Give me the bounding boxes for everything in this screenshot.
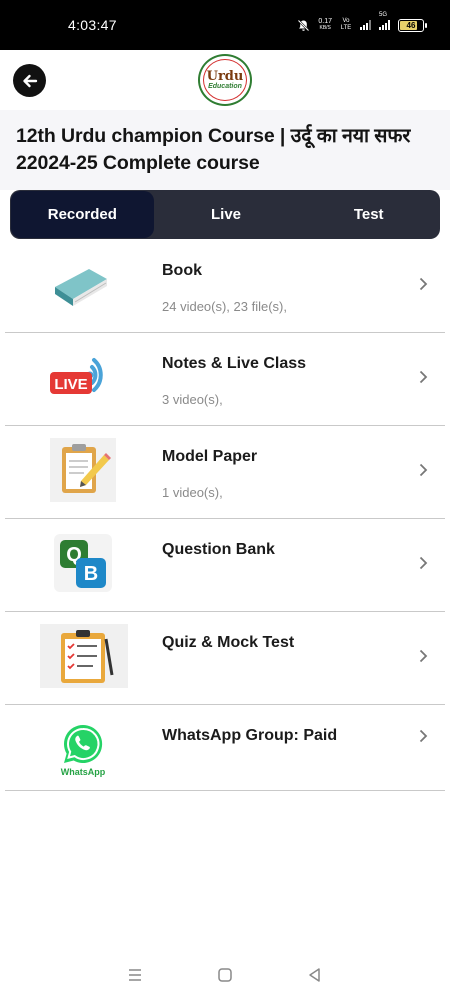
item-label: WhatsApp Group: Paid (162, 727, 338, 744)
status-icons: 0.17 KB/S Vo LTE 5G 46 (297, 12, 427, 32)
list-item-model-paper[interactable]: Model Paper 1 video(s), (5, 426, 445, 519)
checklist-icon (40, 624, 128, 688)
list-item-book[interactable]: Book 24 video(s), 23 file(s), (5, 240, 445, 333)
live-icon: LIVE (41, 345, 121, 409)
signal-5g-icon (379, 20, 390, 30)
list-item-question-bank[interactable]: Q B Question Bank (5, 519, 445, 612)
list-item-notes-live-class[interactable]: LIVE Notes & Live Class 3 video(s), (5, 333, 445, 426)
item-meta: 1 video(s), (162, 485, 223, 500)
chevron-right-icon (415, 552, 431, 574)
whatsapp-label: WhatsApp (60, 766, 106, 777)
app-header: Urdu Education (0, 50, 450, 110)
course-header: 12th Urdu champion Course | उर्दू का नया… (0, 110, 450, 190)
status-time: 4:03:47 (68, 17, 117, 33)
item-label: Model Paper (162, 448, 258, 465)
list-item-quiz-mock-test[interactable]: Quiz & Mock Test (5, 612, 445, 705)
course-title: 12th Urdu champion Course | उर्दू का नया… (16, 125, 411, 174)
qb-blocks-icon: Q B (51, 531, 115, 595)
net-speed: 0.17 KB/S (318, 18, 332, 31)
clipboard-pencil-icon (50, 438, 116, 502)
live-badge-text: LIVE (54, 376, 87, 393)
item-meta: 24 video(s), 23 file(s), (162, 299, 287, 314)
tab-test[interactable]: Test (297, 190, 440, 239)
volte-indicator: Vo LTE (340, 18, 352, 31)
system-nav-bar (0, 955, 450, 1000)
back-triangle-icon[interactable] (307, 967, 323, 988)
content-list: Book 24 video(s), 23 file(s), LIVE Notes… (5, 240, 445, 791)
book-icon (41, 252, 121, 316)
tab-live[interactable]: Live (155, 190, 298, 239)
signal-icon (360, 20, 371, 30)
chevron-right-icon (415, 273, 431, 295)
item-label: Book (162, 262, 202, 279)
qb-b-letter: B (84, 563, 98, 585)
item-label: Quiz & Mock Test (162, 634, 295, 651)
item-label: Notes & Live Class (162, 355, 307, 372)
status-bar: 4:03:47 0.17 KB/S Vo LTE 5G 46 (0, 0, 450, 50)
urdu-education-logo: Urdu Education (198, 54, 252, 106)
chevron-right-icon (415, 645, 431, 667)
chevron-right-icon (415, 366, 431, 388)
battery-icon: 46 (398, 18, 427, 32)
arrow-left-icon (22, 74, 37, 87)
tab-recorded[interactable]: Recorded (11, 191, 154, 238)
mute-icon (298, 19, 310, 31)
back-button[interactable] (13, 64, 46, 97)
list-item-whatsapp-group[interactable]: WhatsApp WhatsApp Group: Paid (5, 705, 445, 791)
item-label: Question Bank (162, 541, 275, 558)
chevron-right-icon (415, 725, 431, 747)
whatsapp-icon: WhatsApp (51, 717, 115, 781)
network-5g: 5G (379, 12, 390, 30)
item-meta: 3 video(s), (162, 392, 223, 407)
home-icon[interactable] (217, 967, 233, 988)
content-tabs: Recorded Live Test (10, 190, 440, 239)
chevron-right-icon (415, 459, 431, 481)
menu-icon[interactable] (127, 968, 143, 987)
